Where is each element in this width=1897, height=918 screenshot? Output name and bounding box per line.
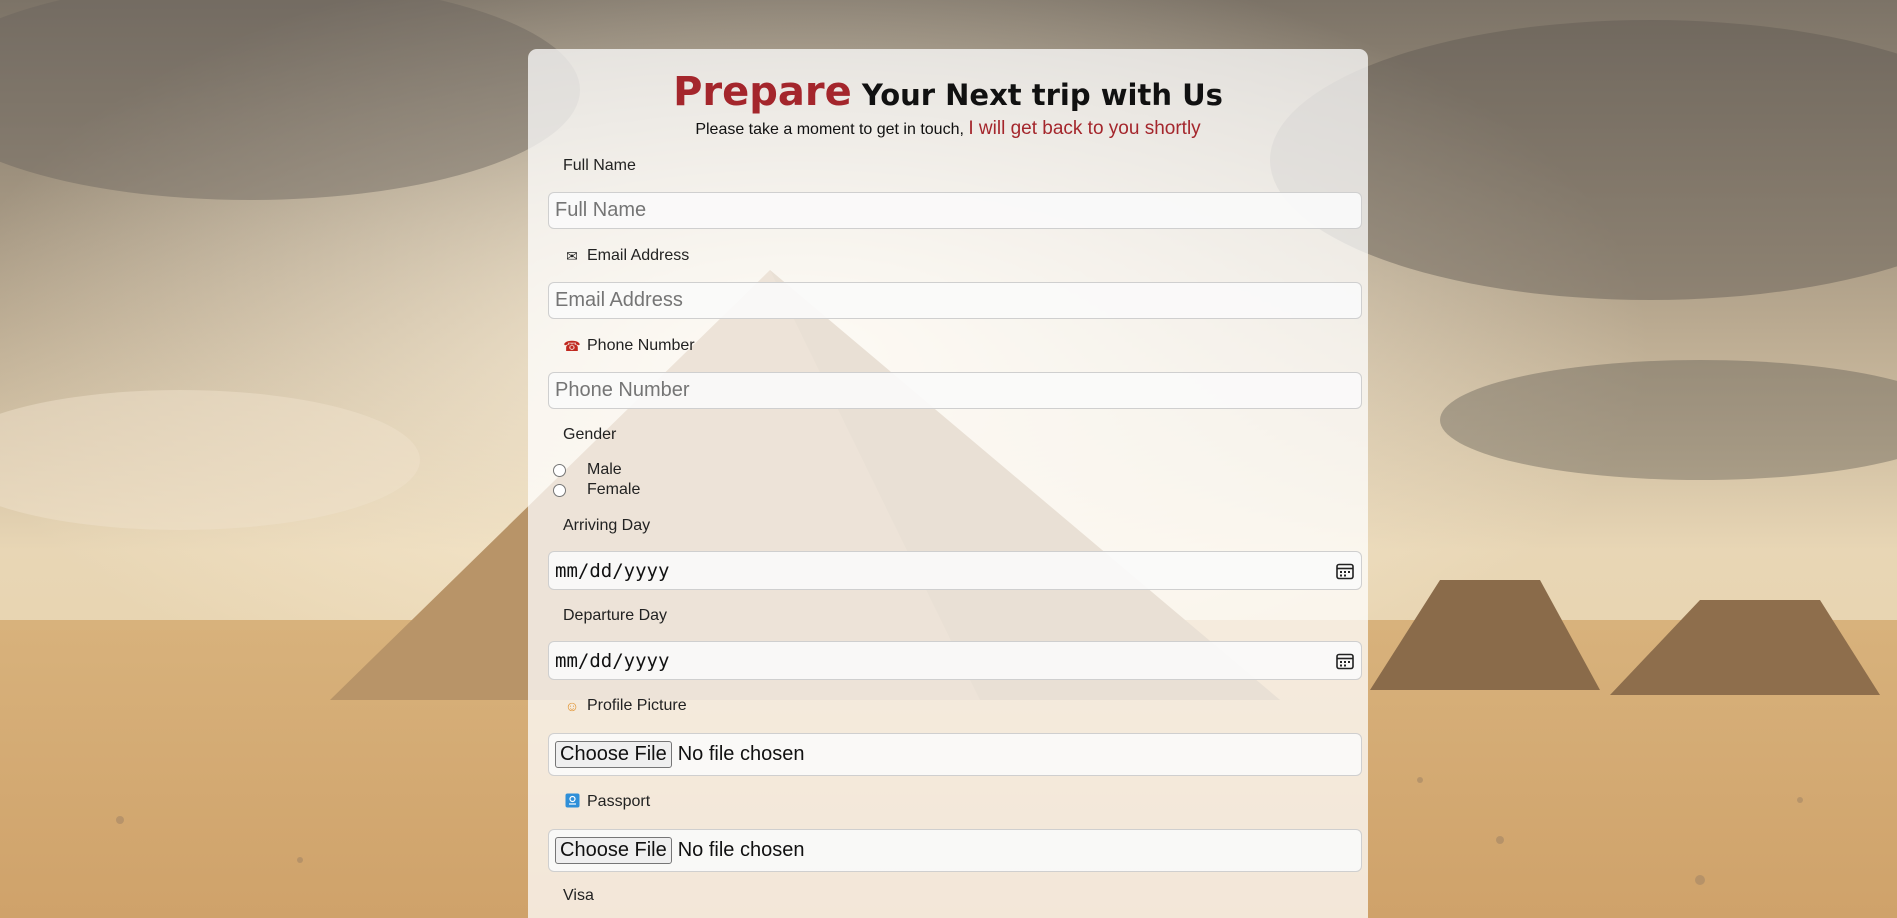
visa-label-text: Visa: [563, 887, 594, 904]
arriving-day-input[interactable]: mm/dd/yyyy: [548, 551, 1362, 590]
gender-female-radio[interactable]: [553, 483, 566, 497]
page-title: Prepare Your Next trip with Us: [528, 69, 1368, 115]
arriving-day-label-text: Arriving Day: [563, 517, 651, 534]
passport-file-input[interactable]: Choose File No file chosen: [548, 829, 1362, 872]
gender-male-label: Male: [587, 461, 622, 478]
email-label: ✉ Email Address: [563, 247, 689, 265]
profile-picture-label-text: Profile Picture: [587, 697, 687, 714]
phone-label: ☎ Phone Number: [563, 337, 695, 355]
phone-input[interactable]: [548, 372, 1362, 409]
gender-option-female[interactable]: Female: [553, 481, 640, 499]
departure-day-input[interactable]: mm/dd/yyyy: [548, 641, 1362, 680]
passport-label: Passport: [563, 793, 650, 811]
title-rest: Your Next trip with Us: [851, 78, 1223, 112]
departure-day-label-text: Departure Day: [563, 607, 668, 624]
profile-picture-file-input[interactable]: Choose File No file chosen: [548, 733, 1362, 776]
gender-male-radio[interactable]: [553, 463, 566, 477]
calendar-icon[interactable]: [1335, 651, 1355, 671]
passport-icon: [563, 793, 581, 811]
gender-option-male[interactable]: Male: [553, 461, 622, 479]
page-subtitle: Please take a moment to get in touch, I …: [528, 118, 1368, 140]
full-name-label-text: Full Name: [563, 157, 636, 174]
passport-label-text: Passport: [587, 793, 651, 810]
gender-female-label: Female: [587, 481, 641, 498]
face-icon: ☺: [564, 698, 580, 714]
subtitle-plain: Please take a moment to get in touch,: [695, 121, 969, 138]
departure-day-placeholder: mm/dd/yyyy: [555, 649, 670, 672]
full-name-input[interactable]: [548, 192, 1362, 229]
arriving-day-placeholder: mm/dd/yyyy: [555, 559, 670, 582]
profile-picture-label: ☺ Profile Picture: [563, 697, 687, 715]
email-input[interactable]: [548, 282, 1362, 319]
gender-label: Gender: [563, 426, 616, 444]
profile-picture-choose-file-button[interactable]: Choose File: [555, 741, 672, 768]
calendar-icon[interactable]: [1335, 561, 1355, 581]
subtitle-accent: I will get back to you shortly: [968, 118, 1201, 139]
telephone-icon: ☎: [563, 337, 581, 354]
passport-file-status: No file chosen: [677, 839, 805, 861]
title-accent: Prepare: [673, 69, 852, 115]
passport-choose-file-button[interactable]: Choose File: [555, 837, 672, 864]
visa-label: Visa: [563, 887, 594, 905]
full-name-label: Full Name: [563, 157, 636, 175]
profile-picture-file-status: No file chosen: [677, 743, 805, 765]
booking-form-card: Prepare Your Next trip with Us Please ta…: [528, 49, 1368, 918]
gender-label-text: Gender: [563, 426, 617, 443]
envelope-icon: ✉: [566, 247, 578, 264]
email-label-text: Email Address: [587, 247, 690, 264]
phone-label-text: Phone Number: [587, 337, 695, 354]
departure-day-label: Departure Day: [563, 607, 667, 625]
arriving-day-label: Arriving Day: [563, 517, 650, 535]
